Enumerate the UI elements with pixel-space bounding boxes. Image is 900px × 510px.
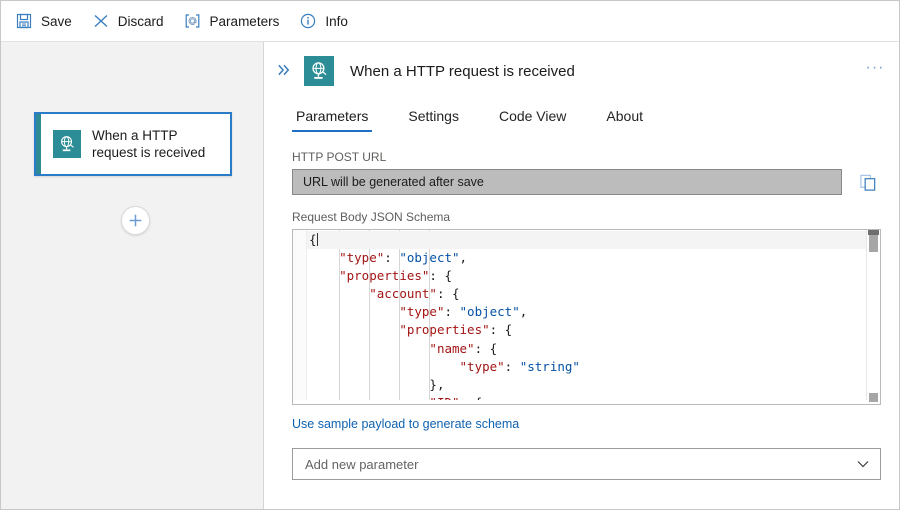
use-sample-payload-link[interactable]: Use sample payload to generate schema (292, 417, 519, 431)
code-token: : { (437, 286, 460, 301)
editor-gutter (293, 230, 307, 404)
panel-trigger-icon (304, 56, 334, 86)
node-accent-bar (36, 114, 41, 174)
code-token: , (520, 304, 528, 319)
http-post-url-row: URL will be generated after save (292, 169, 881, 195)
chevron-down-icon (856, 457, 870, 471)
code-token: "account" (369, 286, 437, 301)
text-caret (317, 233, 318, 246)
code-token: "type" (399, 304, 444, 319)
tab-code-view[interactable]: Code View (495, 108, 570, 132)
discard-button[interactable]: Discard (88, 6, 174, 36)
code-token: "object" (460, 304, 520, 319)
panel-header: When a HTTP request is received ··· (264, 42, 899, 86)
parameters-button[interactable]: Parameters (180, 6, 290, 36)
designer-body: When a HTTP request is received (1, 42, 899, 509)
scrollbar-bottom-marker (869, 393, 878, 402)
panel-tabs: Parameters Settings Code View About (264, 102, 899, 132)
code-token: }, (429, 377, 444, 392)
scrollbar-thumb[interactable] (869, 235, 878, 252)
http-post-url-value[interactable]: URL will be generated after save (292, 169, 842, 195)
code-line: "properties": { (307, 267, 880, 285)
code-line: { (307, 231, 880, 249)
trigger-node-title: When a HTTP request is received (92, 127, 230, 161)
code-token: , (460, 250, 468, 265)
copy-icon[interactable] (855, 169, 881, 195)
code-token: : (505, 359, 520, 374)
trigger-details-panel: When a HTTP request is received ··· Para… (264, 42, 899, 509)
info-label: Info (325, 14, 348, 29)
discard-x-icon (92, 12, 110, 30)
code-token: { (309, 232, 317, 247)
tab-settings[interactable]: Settings (404, 108, 463, 132)
code-token: : (444, 304, 459, 319)
code-token: : { (475, 341, 498, 356)
parameters-label: Parameters (210, 14, 280, 29)
add-new-parameter-dropdown[interactable]: Add new parameter (292, 448, 881, 480)
info-button[interactable]: Info (295, 6, 358, 36)
http-request-trigger-icon (53, 130, 81, 158)
ellipsis-icon[interactable]: ··· (863, 56, 887, 80)
code-token: "string" (520, 359, 580, 374)
code-token: : (384, 250, 399, 265)
code-token: "object" (399, 250, 459, 265)
save-button[interactable]: Save (11, 6, 82, 36)
json-schema-editor[interactable]: { "type": "object", "properties": { "acc… (292, 229, 881, 405)
plus-icon (128, 213, 143, 228)
info-circle-icon (299, 12, 317, 30)
code-token: "properties" (399, 322, 489, 337)
parameters-pane: HTTP POST URL URL will be generated afte… (264, 132, 899, 509)
logic-app-designer: Save Discard Parameters (0, 0, 900, 510)
workflow-canvas[interactable]: When a HTTP request is received (1, 42, 264, 509)
http-post-url-label: HTTP POST URL (292, 150, 881, 164)
chevron-double-right-icon[interactable] (274, 60, 294, 80)
code-line: "type": "object", (307, 303, 880, 321)
code-line: }, (307, 376, 880, 394)
code-line: "properties": { (307, 321, 880, 339)
request-body-schema-label: Request Body JSON Schema (292, 210, 881, 224)
code-token: "name" (429, 341, 474, 356)
panel-title: When a HTTP request is received (350, 63, 575, 80)
code-line: "account": { (307, 285, 880, 303)
editor-vertical-scrollbar[interactable] (866, 230, 880, 404)
code-line: "type": "object", (307, 249, 880, 267)
tab-about[interactable]: About (602, 108, 647, 132)
code-line: "name": { (307, 340, 880, 358)
code-token: "properties" (339, 268, 429, 283)
add-step-button[interactable] (121, 206, 150, 235)
save-icon (15, 12, 33, 30)
add-new-parameter-placeholder: Add new parameter (305, 457, 856, 472)
code-line: "type": "string" (307, 358, 880, 376)
code-token: : { (429, 268, 452, 283)
code-token: "type" (339, 250, 384, 265)
code-token: "type" (460, 359, 505, 374)
save-label: Save (41, 14, 72, 29)
command-toolbar: Save Discard Parameters (1, 1, 899, 42)
discard-label: Discard (118, 14, 164, 29)
editor-code-area[interactable]: { "type": "object", "properties": { "acc… (307, 230, 880, 404)
code-token: : { (490, 322, 513, 337)
trigger-node-card[interactable]: When a HTTP request is received (34, 112, 232, 176)
tab-parameters[interactable]: Parameters (292, 108, 372, 132)
parameters-at-icon (184, 12, 202, 30)
editor-horizontal-scrollbar[interactable] (293, 400, 867, 404)
